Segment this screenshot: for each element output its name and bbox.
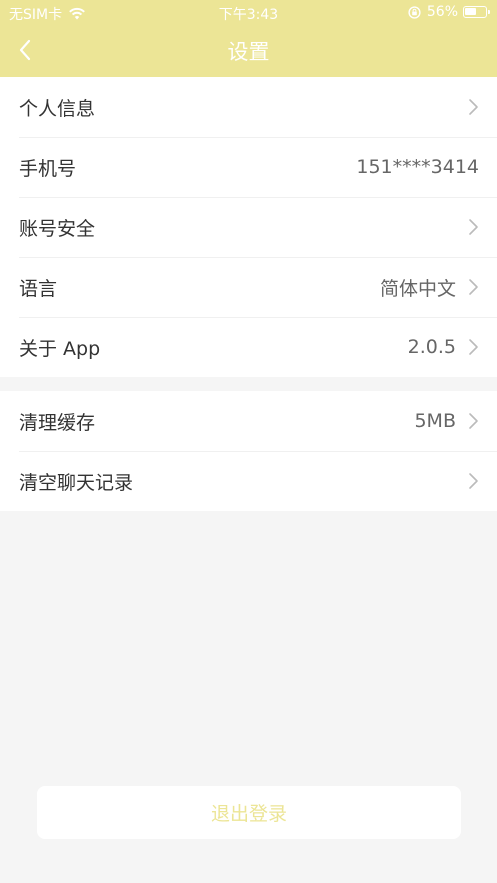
- phone-value: 151****3414: [356, 156, 479, 178]
- chevron-right-icon: [469, 413, 478, 429]
- version-value: 2.0.5: [407, 336, 456, 358]
- settings-row-about-app[interactable]: 关于 App 2.0.5: [0, 317, 497, 377]
- row-label: 清理缓存: [19, 411, 96, 434]
- cache-size-value: 5MB: [414, 410, 456, 432]
- orientation-lock-icon: [408, 5, 421, 19]
- settings-row-language[interactable]: 语言 简体中文: [0, 257, 497, 317]
- battery-level: [465, 8, 476, 15]
- row-label: 关于 App: [19, 337, 101, 360]
- language-value: 简体中文: [379, 277, 456, 300]
- settings-row-account-security[interactable]: 账号安全: [0, 197, 497, 257]
- row-label: 语言: [19, 277, 58, 300]
- settings-row-clear-cache[interactable]: 清理缓存 5MB: [0, 391, 497, 451]
- navigation-header: 无SIM卡 下午3:43 56% 设置: [0, 0, 497, 77]
- settings-group-storage: 清理缓存 5MB 清空聊天记录: [0, 391, 497, 511]
- status-right: 56%: [408, 4, 490, 20]
- row-label: 清空聊天记录: [19, 471, 134, 494]
- chevron-right-icon: [469, 219, 478, 235]
- logout-button[interactable]: 退出登录: [37, 786, 461, 839]
- page-title: 设置: [227, 40, 270, 64]
- chevron-right-icon: [469, 339, 478, 355]
- settings-row-phone[interactable]: 手机号 151****3414: [0, 137, 497, 197]
- row-label: 账号安全: [19, 217, 96, 240]
- battery-icon: [463, 6, 490, 18]
- status-bar: 无SIM卡 下午3:43 56%: [0, 0, 497, 26]
- chevron-right-icon: [469, 473, 478, 489]
- chevron-right-icon: [469, 279, 478, 295]
- battery-percentage: 56%: [426, 4, 458, 20]
- settings-row-clear-chat-history[interactable]: 清空聊天记录: [0, 451, 497, 511]
- settings-row-personal-info[interactable]: 个人信息: [0, 77, 497, 137]
- settings-group-account: 个人信息 手机号 151****3414 账号安全 语言 简体中文 关于 App…: [0, 77, 497, 377]
- row-label: 个人信息: [19, 97, 96, 120]
- chevron-right-icon: [469, 99, 478, 115]
- row-label: 手机号: [19, 157, 77, 180]
